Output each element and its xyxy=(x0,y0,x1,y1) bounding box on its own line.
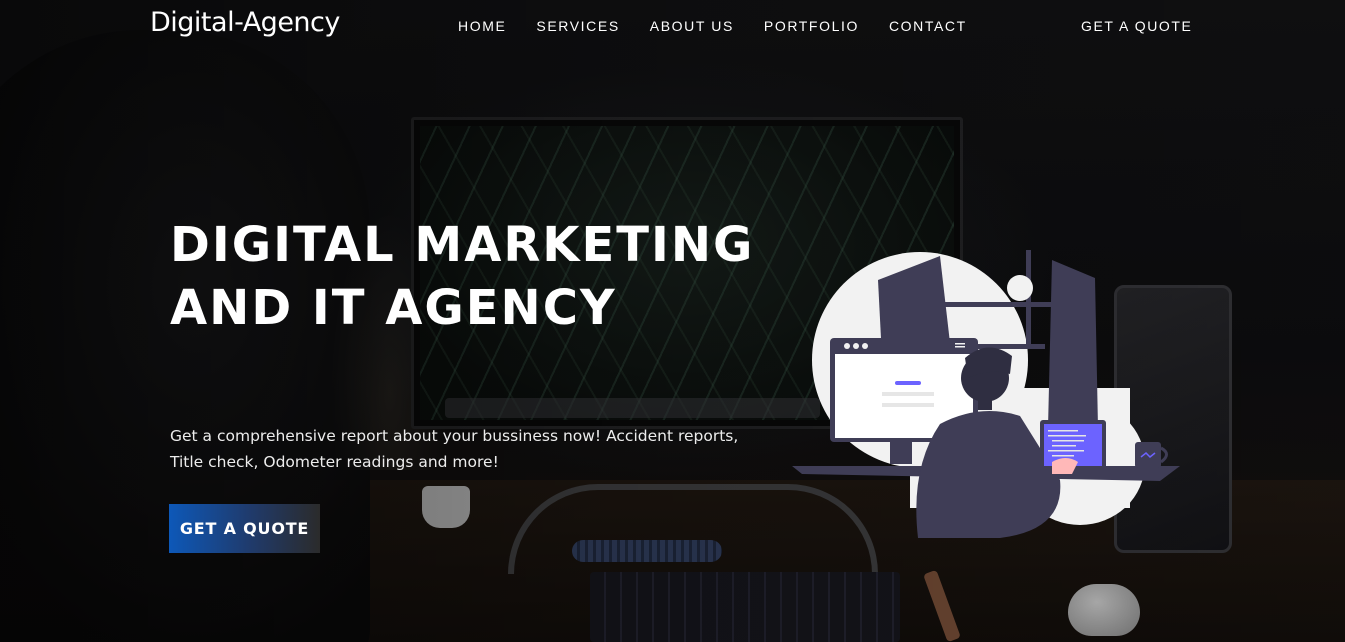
hero-headline: DIGITAL MARKETING AND IT AGENCY xyxy=(170,217,755,336)
developer-illustration xyxy=(792,250,1180,538)
nav-about-us[interactable]: ABOUT US xyxy=(650,17,734,35)
main-nav: HOME SERVICES ABOUT US PORTFOLIO CONTACT xyxy=(458,17,997,35)
nav-home[interactable]: HOME xyxy=(458,17,506,35)
hero-section: Digital-Agency HOME SERVICES ABOUT US PO… xyxy=(0,0,1345,642)
nav-services[interactable]: SERVICES xyxy=(536,17,619,35)
site-header: Digital-Agency HOME SERVICES ABOUT US PO… xyxy=(0,0,1345,52)
nav-contact[interactable]: CONTACT xyxy=(889,17,967,35)
hero-subtext: Get a comprehensive report about your bu… xyxy=(170,427,739,471)
illustration-mug xyxy=(1135,442,1168,468)
header-get-quote-link[interactable]: GET A QUOTE xyxy=(1081,17,1192,35)
hero-get-quote-button[interactable]: GET A QUOTE xyxy=(169,504,320,553)
site-logo[interactable]: Digital-Agency xyxy=(150,7,340,38)
nav-portfolio[interactable]: PORTFOLIO xyxy=(764,17,859,35)
